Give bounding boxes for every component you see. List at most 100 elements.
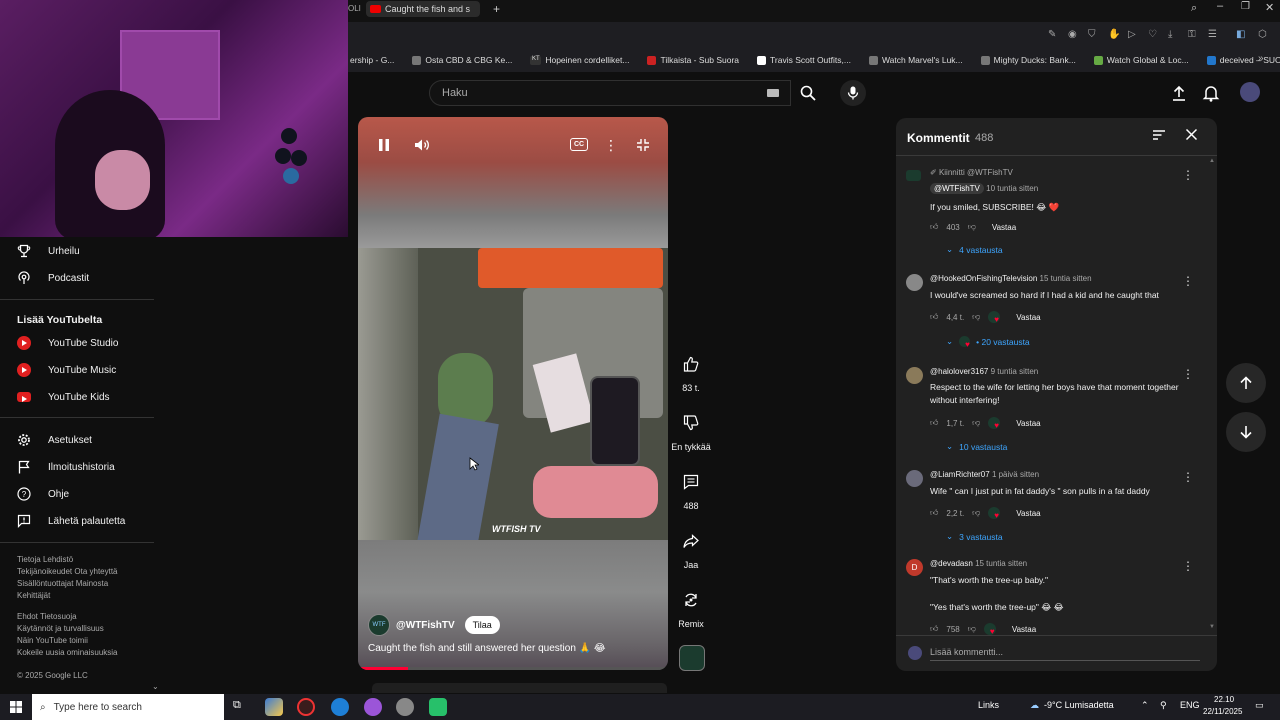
next-short-button[interactable] bbox=[1226, 412, 1266, 452]
like-comment-icon[interactable]: 👍︎ bbox=[930, 624, 938, 634]
sound-thumbnail[interactable] bbox=[679, 645, 705, 671]
channel-name[interactable]: @WTFishTV bbox=[396, 620, 455, 631]
sidebar-item-laheta-palautetta[interactable]: Lähetä palautetta bbox=[16, 512, 125, 530]
like-comment-icon[interactable]: 👍︎ bbox=[930, 418, 938, 428]
comment-more-icon[interactable]: ⋮ bbox=[1182, 168, 1194, 182]
search-input[interactable]: Haku bbox=[429, 80, 791, 106]
sort-button[interactable] bbox=[1152, 128, 1166, 147]
voice-search-button[interactable] bbox=[840, 80, 866, 106]
sidebar-item-youtube-music[interactable]: YouTube Music bbox=[16, 361, 116, 379]
profile-icon[interactable]: ⬡ bbox=[1258, 29, 1267, 40]
remix-button[interactable]: Remix bbox=[670, 585, 712, 629]
taskbar-app-icon[interactable] bbox=[396, 698, 414, 716]
sidebar-toggle-icon[interactable]: ◧ bbox=[1236, 29, 1245, 40]
replies-toggle[interactable]: ⌄ 4 vastausta bbox=[946, 244, 1003, 255]
windows-start-icon[interactable] bbox=[10, 701, 22, 713]
sidebar-item-youtube-kids[interactable]: YouTube Kids bbox=[16, 388, 110, 406]
shield-icon[interactable]: ⛉ bbox=[1088, 29, 1096, 40]
like-comment-icon[interactable]: 👍︎ bbox=[930, 222, 938, 232]
share-button[interactable]: Jaa bbox=[670, 526, 712, 570]
comment-more-icon[interactable]: ⋮ bbox=[1182, 274, 1194, 288]
bookmark-item[interactable]: Tilkaista - Sub Suora bbox=[647, 55, 739, 65]
new-tab-button[interactable]: + bbox=[493, 2, 500, 16]
sidebar-item-youtube-studio[interactable]: YouTube Studio bbox=[16, 334, 118, 352]
scroll-down-arrow-icon[interactable]: ▼ bbox=[1209, 624, 1215, 630]
comment-author[interactable]: @devadasn bbox=[930, 559, 973, 568]
play-icon[interactable]: ▷ bbox=[1128, 29, 1136, 40]
comments-scrollbar[interactable]: ▲ ▼ bbox=[1209, 158, 1215, 630]
dislike-comment-icon[interactable]: 👎︎ bbox=[968, 222, 976, 232]
comment-author[interactable]: @WTFishTV bbox=[930, 183, 984, 194]
shorts-video-player[interactable]: WTFISH TV CC ⋮ WTF @WTFishTV Tilaa Caugh… bbox=[358, 117, 668, 670]
comment-avatar[interactable]: D bbox=[906, 559, 923, 576]
like-button[interactable]: 83 t. bbox=[670, 349, 712, 393]
comment-author[interactable]: @LiamRichter07 bbox=[930, 470, 990, 479]
bookmark-item[interactable]: Watch Global & Loc... bbox=[1093, 55, 1189, 65]
tab-active[interactable]: Caught the fish and s bbox=[366, 1, 480, 17]
search-button[interactable] bbox=[791, 80, 825, 106]
previous-short-button[interactable] bbox=[1226, 363, 1266, 403]
comment-author[interactable]: @halolover3167 bbox=[930, 367, 988, 376]
bookmark-item[interactable]: Osta CBD & CBG Ke... bbox=[412, 55, 512, 65]
bookmark-item[interactable]: Travis Scott Outfits,... bbox=[757, 55, 851, 65]
minimize-button[interactable]: – bbox=[1217, 0, 1223, 12]
restore-button[interactable]: ❐ bbox=[1241, 1, 1250, 12]
dislike-comment-icon[interactable]: 👎︎ bbox=[972, 508, 980, 518]
replies-toggle[interactable]: ⌄ 3 vastausta bbox=[946, 531, 1003, 542]
comment-avatar[interactable] bbox=[906, 170, 921, 181]
scroll-up-arrow-icon[interactable]: ▲ bbox=[1209, 158, 1215, 164]
sidebar-item-ilmoitushistoria[interactable]: Ilmoitushistoria bbox=[16, 458, 115, 476]
notification-center-icon[interactable]: ▭ bbox=[1255, 700, 1264, 711]
notifications-button[interactable] bbox=[1202, 84, 1220, 107]
lock-icon[interactable]: ⚿ bbox=[1188, 29, 1196, 40]
fullscreen-button[interactable] bbox=[634, 136, 652, 154]
dislike-comment-icon[interactable]: 👎︎ bbox=[972, 418, 980, 428]
comment-more-icon[interactable]: ⋮ bbox=[1182, 367, 1194, 381]
sidebar-item-podcastit[interactable]: Podcastit bbox=[16, 269, 89, 287]
comment-avatar[interactable] bbox=[906, 274, 923, 291]
taskbar-search[interactable]: ⌕ Type here to search bbox=[32, 694, 224, 720]
comments-button[interactable]: 488 bbox=[670, 467, 712, 511]
footer-links-primary[interactable]: Tietoja Lehdistö Tekijänoikeudet Ota yht… bbox=[17, 554, 118, 602]
download-icon[interactable]: ⤓ bbox=[1168, 29, 1172, 40]
extension-icon[interactable]: ✋ bbox=[1108, 29, 1120, 40]
tray-chevron-icon[interactable]: ⌃ bbox=[1141, 700, 1149, 711]
reply-button[interactable]: Vastaa bbox=[1012, 625, 1036, 634]
edge-icon[interactable] bbox=[331, 698, 349, 716]
dislike-comment-icon[interactable]: 👎︎ bbox=[968, 624, 976, 634]
taskbar-app-icon[interactable] bbox=[265, 698, 283, 716]
weather-text[interactable]: -9°C Lumisadetta bbox=[1044, 700, 1114, 710]
comment-author[interactable]: @HookedOnFishingTelevision bbox=[930, 274, 1037, 283]
camera-icon[interactable]: ◉ bbox=[1068, 29, 1077, 40]
menu-icon[interactable]: ☰ bbox=[1208, 29, 1217, 40]
bookmark-item[interactable]: Mighty Ducks: Bank... bbox=[980, 55, 1076, 65]
opera-gx-icon[interactable] bbox=[297, 698, 315, 716]
task-view-icon[interactable]: ⧉ bbox=[233, 699, 241, 712]
like-comment-icon[interactable]: 👍︎ bbox=[930, 508, 938, 518]
bookmark-item[interactable]: KT Hopeinen cordelliket... bbox=[530, 55, 629, 65]
comment-more-icon[interactable]: ⋮ bbox=[1182, 470, 1194, 484]
next-video-peek[interactable] bbox=[372, 683, 667, 693]
clock-time[interactable]: 22.10 bbox=[1214, 695, 1234, 704]
bookmark-item[interactable]: Watch Marvel's Luk... bbox=[868, 55, 963, 65]
taskbar-app-icon[interactable] bbox=[429, 698, 447, 716]
language-indicator[interactable]: ENG bbox=[1180, 700, 1200, 710]
channel-avatar[interactable]: WTF bbox=[368, 614, 390, 636]
reply-button[interactable]: Vastaa bbox=[1016, 313, 1040, 322]
comment-avatar[interactable] bbox=[906, 470, 923, 487]
clock-date[interactable]: 22/11/2025 bbox=[1203, 707, 1242, 716]
close-comments-button[interactable] bbox=[1185, 128, 1198, 146]
dislike-button[interactable]: En tykkää bbox=[670, 408, 712, 452]
discord-icon[interactable] bbox=[364, 698, 382, 716]
more-options-icon[interactable]: ⋮ bbox=[604, 136, 618, 154]
search-tabs-icon[interactable]: ⌕ bbox=[1191, 2, 1197, 15]
like-comment-icon[interactable]: 👍︎ bbox=[930, 312, 938, 322]
add-comment-input[interactable]: Lisää kommentti... bbox=[930, 647, 1200, 661]
bookmarks-overflow-icon[interactable]: » bbox=[1258, 53, 1264, 64]
links-toolbar[interactable]: Links bbox=[978, 700, 999, 710]
tab-fragment[interactable]: OLI bbox=[348, 4, 361, 13]
sidebar-item-urheilu[interactable]: Urheilu bbox=[16, 242, 80, 260]
pause-button[interactable] bbox=[374, 136, 394, 154]
keyboard-icon[interactable] bbox=[767, 89, 779, 97]
reply-button[interactable]: Vastaa bbox=[1016, 419, 1040, 428]
